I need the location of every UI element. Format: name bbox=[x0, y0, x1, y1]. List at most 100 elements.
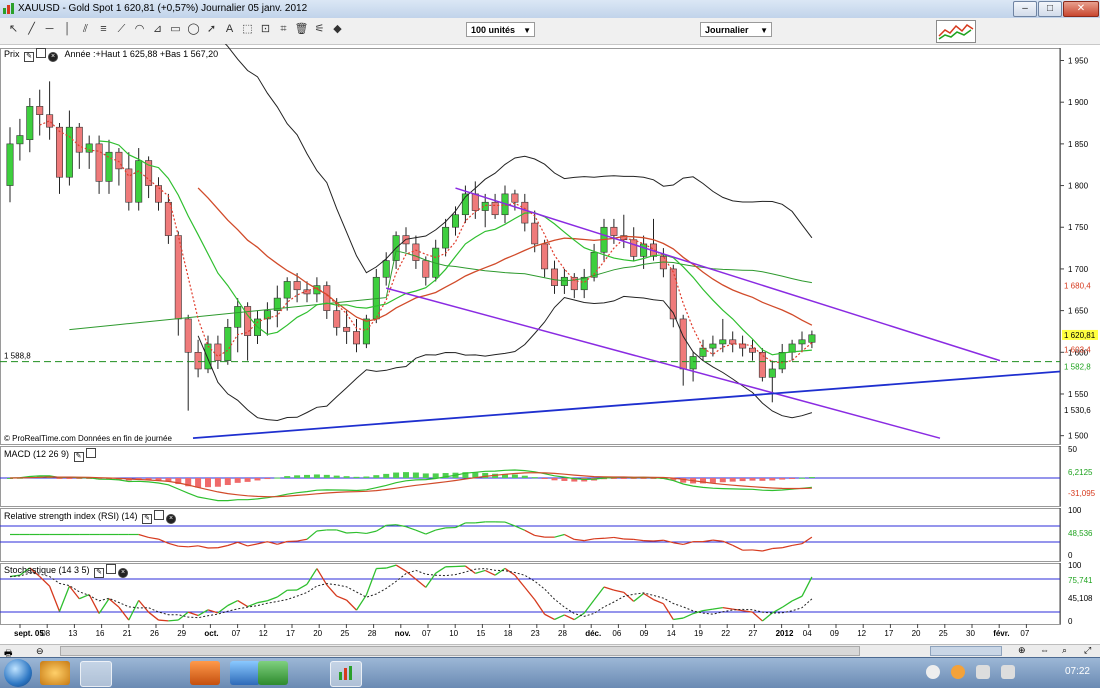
units-select[interactable]: 100 unités ▼ bbox=[466, 22, 535, 37]
window-icon[interactable] bbox=[36, 48, 46, 58]
chart-svg[interactable]: 1 9501 9001 8501 8001 7501 7001 6501 600… bbox=[0, 44, 1100, 644]
stoch-k-segment bbox=[60, 586, 70, 611]
x-tick-label: févr. bbox=[993, 629, 1009, 638]
zoom-box-tool-icon[interactable]: ⊡ bbox=[258, 22, 273, 37]
volume-icon[interactable] bbox=[1001, 665, 1015, 679]
macd-hist-bar-negative bbox=[750, 478, 756, 481]
indicators-button[interactable] bbox=[936, 20, 976, 43]
candle-bearish bbox=[116, 152, 122, 169]
macd-signal-line bbox=[10, 473, 812, 497]
period-select[interactable]: Journalier ▼ bbox=[700, 22, 772, 37]
stoch-k-segment bbox=[604, 587, 614, 590]
search-icon[interactable]: ⌕ bbox=[1062, 645, 1067, 656]
x-tick-label: 15 bbox=[476, 629, 485, 638]
window-taskbar-icon[interactable] bbox=[80, 661, 112, 687]
price-ytick-label: 1 700 bbox=[1068, 265, 1089, 274]
candle-bullish bbox=[284, 281, 290, 298]
macd-ytick-label: -31,095 bbox=[1068, 489, 1096, 498]
candle-bearish bbox=[492, 202, 498, 215]
chart-app-icon bbox=[331, 662, 361, 686]
window-icon[interactable] bbox=[106, 564, 116, 574]
network-icon[interactable] bbox=[976, 665, 990, 679]
rsi-line-segment bbox=[426, 530, 436, 534]
chart-scrollbar[interactable]: 🖶 ⊖ ⊕ ⇔ ⌕ ⤢ bbox=[0, 644, 1100, 658]
wrench-icon[interactable]: ✎ bbox=[94, 568, 104, 578]
stoch-k-segment bbox=[673, 618, 683, 619]
close-icon[interactable]: × bbox=[48, 52, 58, 62]
text-tool-icon[interactable]: A bbox=[222, 22, 237, 37]
lasso-tool-icon[interactable]: ⌗ bbox=[276, 22, 291, 37]
arc-tool-icon[interactable]: ◠ bbox=[132, 22, 147, 37]
ma-green bbox=[99, 141, 812, 355]
rsi-line-segment bbox=[297, 539, 307, 541]
ma-fast-red-dotted bbox=[40, 121, 812, 363]
tray-icon[interactable] bbox=[951, 665, 965, 679]
period-select-value: Journalier bbox=[705, 25, 749, 35]
close-icon[interactable]: × bbox=[166, 514, 176, 524]
expand-icon[interactable]: ⤢ bbox=[1084, 645, 1091, 656]
fan-tool-icon[interactable]: ⟋ bbox=[114, 22, 129, 37]
stoch-k-segment bbox=[337, 596, 347, 600]
pointer-tool-icon[interactable]: ↖ bbox=[6, 22, 21, 37]
x-tick-label: 26 bbox=[150, 629, 159, 638]
stoch-k-segment bbox=[574, 613, 584, 620]
stoch-k-segment bbox=[119, 607, 129, 620]
rectangle-tool-icon[interactable]: ▭ bbox=[168, 22, 183, 37]
stoch-panel-label: Stochastique (14 3 5) bbox=[4, 565, 90, 575]
ellipse-tool-icon[interactable]: ◯ bbox=[186, 22, 201, 37]
print-icon[interactable]: 🖶 bbox=[4, 646, 14, 656]
x-tick-label: sept. 05 bbox=[14, 629, 44, 638]
horizontal-line-tool-icon[interactable]: ─ bbox=[42, 22, 57, 37]
x-tick-label: oct. bbox=[204, 629, 218, 638]
fibonacci-tool-icon[interactable]: ≡ bbox=[96, 22, 111, 37]
x-tick-label: 09 bbox=[640, 629, 649, 638]
window-icon[interactable] bbox=[86, 448, 96, 458]
scroll-thumb[interactable] bbox=[930, 646, 1002, 656]
stoch-ytick-label: 0 bbox=[1068, 617, 1073, 626]
app-taskbar-icon[interactable] bbox=[258, 661, 288, 685]
stoch-k-segment bbox=[149, 612, 159, 620]
rsi-line-segment bbox=[149, 537, 159, 539]
browser-taskbar-icon[interactable] bbox=[230, 661, 260, 685]
vertical-line-tool-icon[interactable]: │ bbox=[60, 22, 75, 37]
x-tick-label: 21 bbox=[123, 629, 132, 638]
candle-bullish bbox=[799, 340, 805, 344]
maximize-button[interactable]: □ bbox=[1038, 1, 1062, 17]
stoch-k-segment bbox=[277, 590, 287, 597]
explorer-taskbar-icon[interactable] bbox=[40, 661, 70, 685]
macd-line bbox=[10, 470, 812, 501]
wrench-icon[interactable]: ✎ bbox=[24, 52, 34, 62]
start-button[interactable] bbox=[4, 659, 32, 687]
indicators-icon bbox=[937, 21, 975, 42]
gann-tool-icon[interactable]: ⊿ bbox=[150, 22, 165, 37]
arrow-tool-icon[interactable]: ➚ bbox=[204, 22, 219, 37]
fit-icon[interactable]: ⇔ bbox=[1040, 645, 1049, 655]
box-select-tool-icon[interactable]: ⬚ bbox=[240, 22, 255, 37]
candle-bearish bbox=[551, 269, 557, 286]
chart-app-taskbar-icon[interactable] bbox=[330, 661, 362, 687]
rsi-line-segment bbox=[733, 545, 743, 550]
zoom-in-icon[interactable]: ⊕ bbox=[1018, 645, 1026, 656]
macd-hist-bar-negative bbox=[205, 478, 211, 487]
stoch-k-segment bbox=[614, 590, 624, 592]
minimize-button[interactable]: – bbox=[1013, 1, 1037, 17]
wrench-icon[interactable]: ✎ bbox=[142, 514, 152, 524]
line-tool-icon[interactable]: ╱ bbox=[24, 22, 39, 37]
close-button[interactable]: ✕ bbox=[1063, 1, 1099, 17]
chart-area[interactable]: 1 9501 9001 8501 8001 7501 7001 6501 600… bbox=[0, 44, 1100, 644]
tray-icon[interactable] bbox=[926, 665, 940, 679]
x-tick-label: 14 bbox=[667, 629, 676, 638]
wrench-icon[interactable]: ✎ bbox=[74, 452, 84, 462]
app-icon bbox=[2, 2, 16, 16]
magic-tool-icon[interactable]: ⚟ bbox=[312, 22, 327, 37]
media-taskbar-icon[interactable] bbox=[190, 661, 220, 685]
trash-icon[interactable]: 🗑 bbox=[294, 22, 309, 37]
zoom-out-icon[interactable]: ⊖ bbox=[36, 646, 46, 656]
scroll-track[interactable] bbox=[60, 646, 860, 656]
color-tool-icon[interactable]: ◆ bbox=[330, 22, 345, 37]
window-icon[interactable] bbox=[154, 510, 164, 520]
channel-tool-icon[interactable]: ⫽ bbox=[78, 22, 93, 37]
rsi-line-segment bbox=[604, 537, 614, 538]
rsi-line-segment bbox=[535, 535, 545, 537]
close-icon[interactable]: × bbox=[118, 568, 128, 578]
